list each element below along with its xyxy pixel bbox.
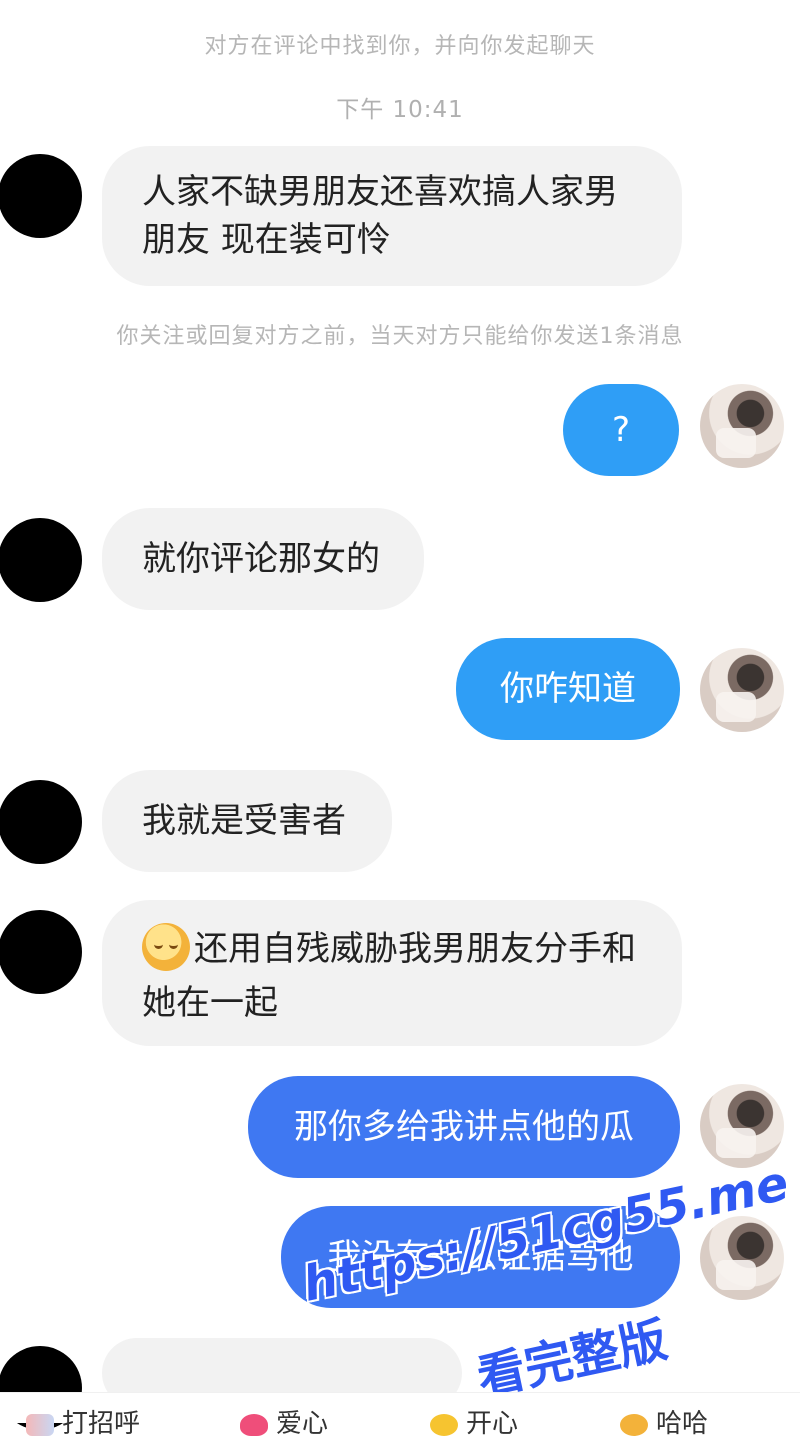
outgoing-message-bubble[interactable]: 你咋知道 [456,638,680,740]
heart-icon [240,1413,268,1436]
covering-mouth-emoji-icon [142,922,190,971]
incoming-message-bubble[interactable]: 我就是受害者 [102,770,392,872]
incoming-message-bubble[interactable]: 就你评论那女的 [102,508,424,610]
my-avatar[interactable] [700,1084,784,1168]
wave-icon [26,1413,54,1436]
my-avatar[interactable] [700,1216,784,1300]
smile-icon [430,1413,458,1436]
my-avatar[interactable] [700,648,784,732]
contact-avatar[interactable] [0,910,82,994]
contact-avatar[interactable] [0,518,82,602]
message-text: 还用自残威胁我男朋友分手和她在一起 [142,929,636,1023]
message-text: 就你评论那女的 [142,539,380,579]
contact-avatar[interactable] [0,780,82,864]
message-text: 人家不缺男朋友还喜欢搞人家男朋友 现在装可怜 [142,172,618,260]
outgoing-message-bubble[interactable]: ? [563,384,679,476]
chat-origin-notice: 对方在评论中找到你，并向你发起聊天 [204,34,596,59]
message-timestamp: 下午 10:41 [336,97,464,123]
message-text: 你咋知道 [500,669,636,709]
outgoing-message-bubble[interactable]: 那你多给我讲点他的瓜 [248,1076,680,1178]
message-text: 那你多给我讲点他的瓜 [294,1107,634,1147]
message-text: 我就是受害者 [142,801,346,841]
message-limit-notice: 你关注或回复对方之前，当天对方只能给你发送1条消息 [116,324,684,349]
quick-reply-bar: 打招呼 爱心 开心 哈哈 [0,1392,800,1439]
laugh-icon [620,1413,648,1436]
incoming-message-bubble[interactable]: 人家不缺男朋友还喜欢搞人家男朋友 现在装可怜 [102,146,682,286]
message-text: ? [611,410,631,450]
my-avatar[interactable] [700,384,784,468]
contact-avatar[interactable] [0,154,82,238]
incoming-message-bubble[interactable]: 还用自残威胁我男朋友分手和她在一起 [102,900,682,1046]
